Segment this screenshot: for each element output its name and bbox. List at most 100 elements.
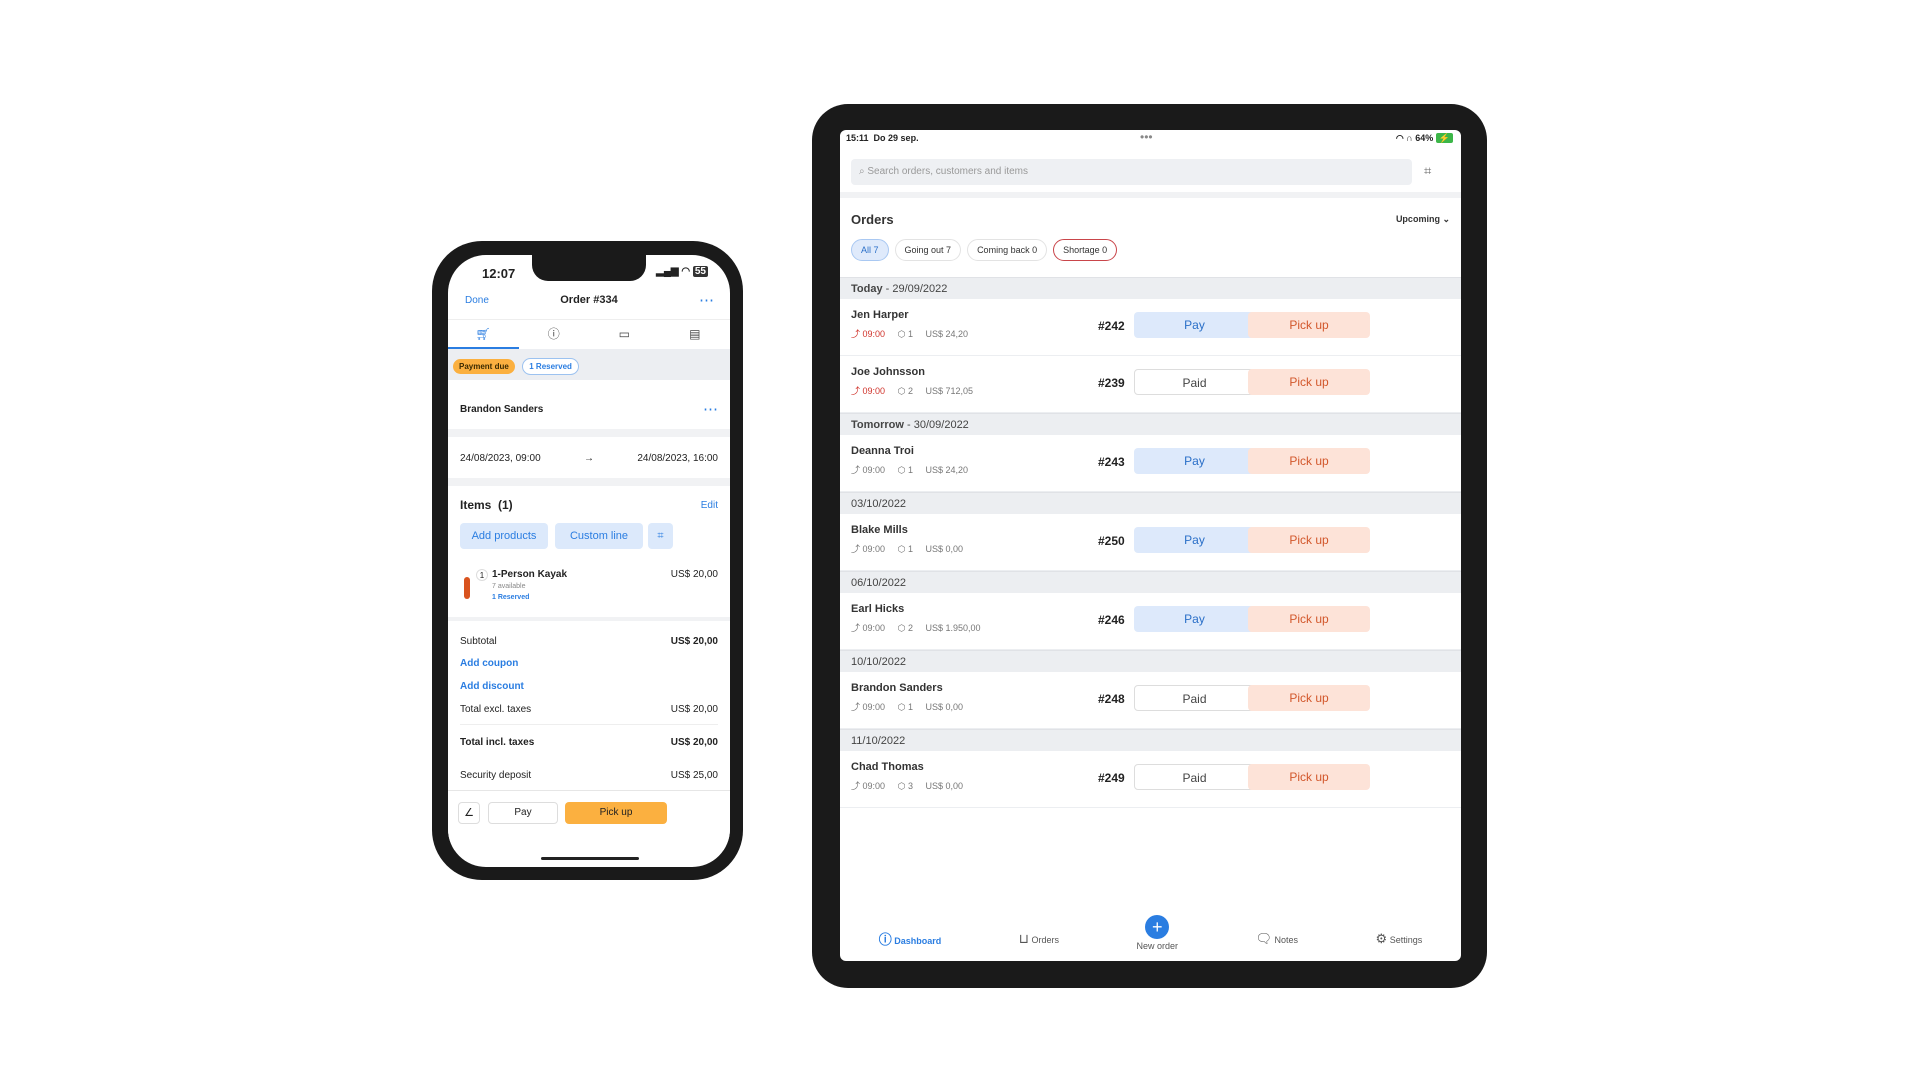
order-row[interactable]: Joe Johnsson ⤴ 09:00 ⬡ 2 US$ 712,05 #239… — [840, 356, 1461, 413]
divider — [840, 192, 1461, 198]
order-number: #246 — [1098, 613, 1125, 627]
battery-level: 64% — [1415, 133, 1434, 143]
nav-notes[interactable]: 🗨︎ Notes — [1256, 931, 1299, 947]
battery: 55 — [692, 266, 708, 277]
pickup-button[interactable]: Pick up — [1248, 369, 1370, 395]
order-row[interactable]: Deanna Troi ⤴ 09:00 ⬡ 1 US$ 24,20 #243 P… — [840, 435, 1461, 492]
section-date: 11/10/2022 — [851, 735, 906, 747]
chip-all[interactable]: All 7 — [851, 239, 889, 261]
add-coupon-link[interactable]: Add coupon — [460, 658, 518, 669]
chip-shortage[interactable]: Shortage 0 — [1053, 239, 1118, 261]
pay-button[interactable]: Pay — [1134, 448, 1255, 474]
pickup-button[interactable]: Pick up — [1248, 527, 1370, 553]
add-discount-link[interactable]: Add discount — [460, 681, 524, 692]
pickup-arrow-icon: ⤴ — [851, 465, 861, 475]
upcoming-dropdown[interactable]: Upcoming ⌄ — [1396, 214, 1450, 225]
pickup-button[interactable]: Pick up — [1248, 448, 1370, 474]
tab-info-icon[interactable]: ⓘ — [519, 320, 590, 349]
customer-more-icon[interactable]: ⋯ — [703, 400, 718, 418]
scan-icon[interactable]: ⌗ — [648, 523, 673, 549]
subtotal-value: US$ 20,00 — [670, 635, 718, 647]
orders-title: Orders — [851, 212, 894, 227]
pickup-button[interactable]: Pick up — [1248, 312, 1370, 338]
pickup-button[interactable]: Pick up — [1248, 606, 1370, 632]
line-item[interactable]: 1 1-Person Kayak 7 available 1 Reserved … — [460, 567, 718, 617]
order-row[interactable]: Jen Harper ⤴ 09:00 ⬡ 1 US$ 24,20 #242 Pa… — [840, 299, 1461, 356]
nav-settings[interactable]: ⚙︎ Settings — [1376, 931, 1423, 947]
package-icon: ⬡ — [897, 329, 906, 339]
section-label: Today — [851, 283, 883, 295]
chip-going-out[interactable]: Going out 7 — [894, 239, 962, 261]
order-meta: ⤴ 09:00 ⬡ 1 US$ 0,00 — [851, 700, 963, 713]
footer-bar: ∠ Pay Pick up — [448, 790, 730, 850]
order-time: 09:00 — [862, 465, 886, 475]
paid-button[interactable]: Paid — [1134, 764, 1255, 790]
pickup-button[interactable]: Pick up — [1248, 764, 1370, 790]
tab-cart-icon[interactable]: 🛒︎ — [448, 320, 519, 349]
nav-orders[interactable]: ⊔ Orders — [1019, 931, 1059, 947]
item-price: US$ 20,00 — [670, 569, 718, 580]
customer-name: Chad Thomas — [851, 761, 924, 773]
item-name: 1-Person Kayak — [492, 569, 568, 580]
pickup-arrow-icon: ⤴ — [851, 329, 861, 339]
nav-new-order[interactable]: + New order — [1136, 914, 1178, 951]
status-date: Do 29 sep. — [873, 133, 919, 143]
settings-icon: ⚙︎ — [1375, 930, 1388, 946]
status-time: 12:07 — [482, 266, 516, 281]
kayak-image — [464, 577, 470, 599]
divider — [460, 724, 718, 725]
tablet-screen: 15:11 Do 29 sep. ••• ◠ ∩ 64% ⚡ ⌕ Search … — [840, 130, 1461, 961]
multitask-dots[interactable]: ••• — [1140, 130, 1153, 144]
chip-coming-back[interactable]: Coming back 0 — [967, 239, 1048, 261]
custom-line-button[interactable]: Custom line — [555, 523, 643, 549]
edit-button[interactable]: Edit — [701, 500, 718, 511]
customer-name: Deanna Troi — [851, 445, 914, 457]
order-amount: US$ 712,05 — [925, 386, 974, 396]
item-reserved: 1 Reserved — [492, 594, 530, 601]
deposit-value: US$ 25,00 — [670, 769, 718, 781]
order-time: 09:00 — [862, 702, 886, 712]
date-section-header: Today - 29/09/2022 — [840, 277, 1461, 299]
customer-name: Jen Harper — [851, 309, 909, 321]
status-time: 15:11 — [846, 133, 869, 143]
pickup-arrow-icon: ⤴ — [851, 544, 861, 554]
home-indicator — [541, 857, 639, 860]
customer-row[interactable]: Brandon Sanders ⋯ — [448, 389, 730, 429]
nav-dashboard[interactable]: ⓘ Dashboard — [879, 929, 942, 948]
pay-button[interactable]: Pay — [1134, 606, 1255, 632]
more-icon[interactable]: ⋯ — [699, 291, 714, 309]
dashboard-icon: ⓘ — [878, 932, 892, 947]
tab-payment-icon[interactable]: ▭ — [589, 320, 660, 349]
order-row[interactable]: Chad Thomas ⤴ 09:00 ⬡ 3 US$ 0,00 #249 Pa… — [840, 751, 1461, 808]
order-row[interactable]: Brandon Sanders ⤴ 09:00 ⬡ 1 US$ 0,00 #24… — [840, 672, 1461, 729]
order-row[interactable]: Blake Mills ⤴ 09:00 ⬡ 1 US$ 0,00 #250 Pa… — [840, 514, 1461, 571]
order-row[interactable]: Earl Hicks ⤴ 09:00 ⬡ 2 US$ 1.950,00 #246… — [840, 593, 1461, 650]
package-icon: ⬡ — [897, 386, 906, 396]
order-list: Today - 29/09/2022 Jen Harper ⤴ 09:00 ⬡ 1… — [840, 277, 1461, 808]
pay-button[interactable]: Pay — [488, 802, 558, 824]
search-input[interactable]: ⌕ Search orders, customers and items — [851, 159, 1412, 185]
pickup-button[interactable]: Pick up — [565, 802, 667, 824]
plus-icon: + — [1145, 914, 1170, 939]
item-available: 7 available — [492, 583, 526, 590]
pickup-button[interactable]: Pick up — [1248, 685, 1370, 711]
edit-pencil-icon[interactable]: ∠ — [458, 802, 480, 824]
status-bar: 15:11 Do 29 sep. — [846, 133, 919, 143]
section-date: 10/10/2022 — [851, 656, 907, 668]
barcode-scan-icon[interactable]: ⌗ — [1424, 163, 1431, 179]
paid-button[interactable]: Paid — [1134, 369, 1255, 395]
pickup-arrow-icon: ⤴ — [851, 623, 861, 633]
tab-document-icon[interactable]: ▤ — [660, 320, 731, 349]
section-date: - 29/09/2022 — [882, 283, 948, 295]
pay-button[interactable]: Pay — [1134, 527, 1255, 553]
paid-button[interactable]: Paid — [1134, 685, 1255, 711]
order-number: #239 — [1098, 376, 1125, 390]
dates-row[interactable]: 24/08/2023, 09:00 → 24/08/2023, 16:00 — [448, 438, 730, 478]
deposit-label: Security deposit — [460, 769, 532, 781]
excl-label: Total excl. taxes — [460, 703, 532, 715]
quantity: 1 — [476, 569, 488, 581]
add-products-button[interactable]: Add products — [460, 523, 548, 549]
pay-button[interactable]: Pay — [1134, 312, 1255, 338]
nav-label: Notes — [1274, 934, 1299, 945]
page-title: Order #334 — [560, 294, 618, 306]
